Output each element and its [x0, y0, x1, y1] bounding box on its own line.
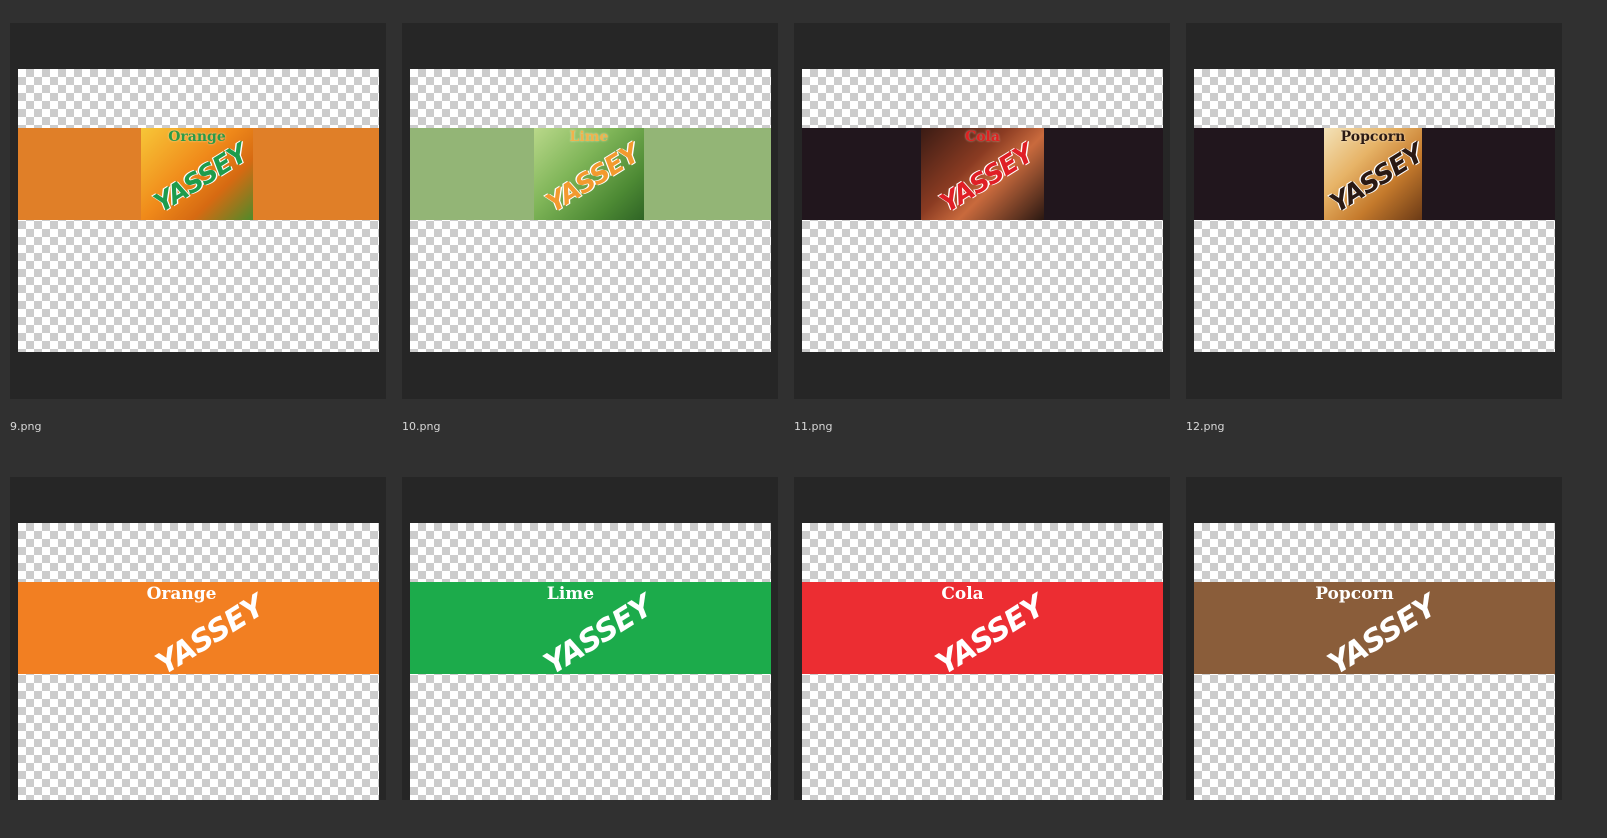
- label-band: Orange YASSEY: [18, 128, 379, 220]
- transparency-checkerboard: Orange YASSEY: [18, 523, 379, 800]
- filename-label[interactable]: 9.png: [10, 420, 41, 433]
- transparency-checkerboard: Orange YASSEY: [18, 69, 379, 352]
- label-band: Lime YASSEY: [410, 582, 771, 682]
- label-band: Cola YASSEY: [802, 128, 1163, 220]
- flavor-label: Popcorn: [1315, 584, 1394, 604]
- thumbnail-orange-photo[interactable]: Orange YASSEY: [10, 23, 386, 399]
- filename-label[interactable]: 11.png: [794, 420, 832, 433]
- transparency-checkerboard: Lime YASSEY: [410, 523, 771, 800]
- yassey-logo: YASSEY: [934, 138, 1039, 220]
- label-band: Cola YASSEY: [802, 582, 1163, 682]
- thumbnail-lime-photo[interactable]: Lime YASSEY: [402, 23, 778, 399]
- label-band: Popcorn YASSEY: [1194, 582, 1555, 682]
- label-artwork-image: Cola YASSEY: [921, 128, 1044, 220]
- filename-label[interactable]: 10.png: [402, 420, 440, 433]
- flavor-label: Cola: [941, 584, 984, 604]
- panel-bottom-edge: [0, 800, 1607, 838]
- transparency-checkerboard: Lime YASSEY: [410, 69, 771, 352]
- yassey-logo: YASSEY: [540, 138, 644, 220]
- thumbnail-cola-photo[interactable]: Cola YASSEY: [794, 23, 1170, 399]
- flavor-label: Lime: [546, 584, 595, 604]
- yassey-logo: YASSEY: [148, 138, 253, 220]
- thumbnail-popcorn-flat[interactable]: Popcorn YASSEY: [1186, 477, 1562, 838]
- transparency-checkerboard: Cola YASSEY: [802, 523, 1163, 800]
- label-band: Popcorn YASSEY: [1194, 128, 1555, 220]
- label-artwork-image: Orange YASSEY: [141, 128, 253, 220]
- flavor-label: Orange: [146, 584, 217, 604]
- thumbnail-lime-flat[interactable]: Lime YASSEY: [402, 477, 778, 838]
- transparency-checkerboard: Popcorn YASSEY: [1194, 523, 1555, 800]
- thumbnail-popcorn-photo[interactable]: Popcorn YASSEY: [1186, 23, 1562, 399]
- yassey-logo: YASSEY: [1324, 138, 1422, 220]
- thumbnail-orange-flat[interactable]: Orange YASSEY: [10, 477, 386, 838]
- filename-label[interactable]: 12.png: [1186, 420, 1224, 433]
- transparency-checkerboard: Cola YASSEY: [802, 69, 1163, 352]
- transparency-checkerboard: Popcorn YASSEY: [1194, 69, 1555, 352]
- thumbnail-grid: Orange YASSEY 9.png Lime YASSEY 10.png Cola YAS…: [0, 0, 1607, 838]
- label-artwork-image: Popcorn YASSEY: [1324, 128, 1422, 220]
- thumbnail-cola-flat[interactable]: Cola YASSEY: [794, 477, 1170, 838]
- label-band: Lime YASSEY: [410, 128, 771, 220]
- label-artwork-image: Lime YASSEY: [534, 128, 644, 220]
- label-band: Orange YASSEY: [18, 582, 379, 682]
